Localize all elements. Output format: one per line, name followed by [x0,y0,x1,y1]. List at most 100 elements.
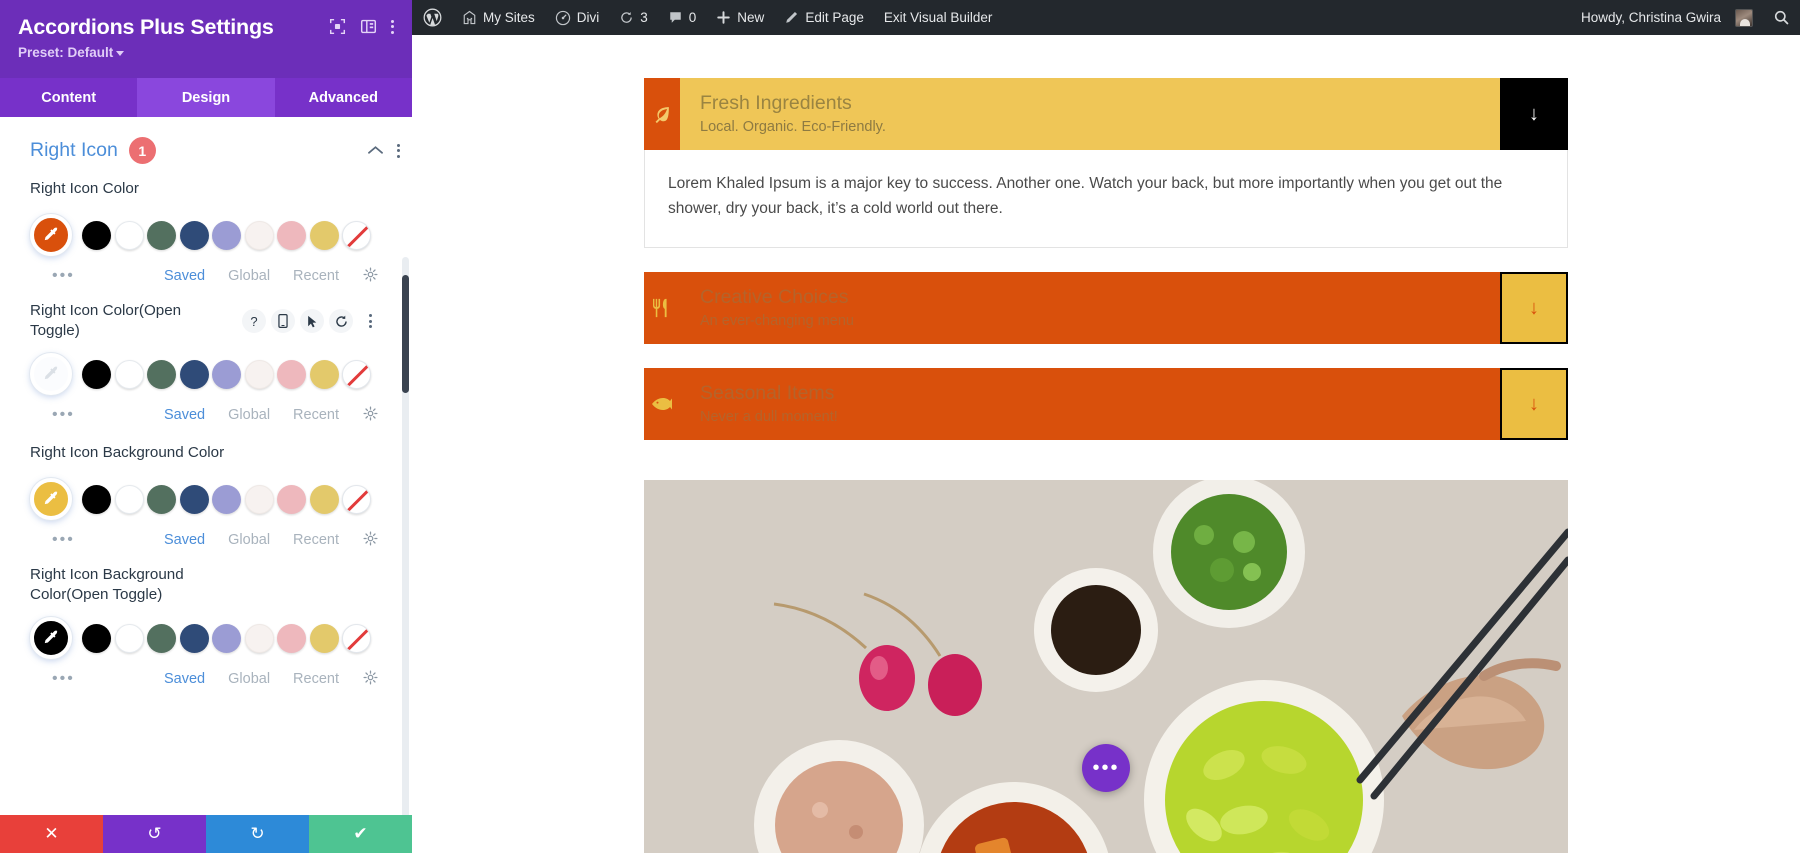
accordion-toggle-button[interactable]: ↓ [1500,78,1568,150]
swatch-white[interactable] [114,220,144,250]
swatch-no-color[interactable] [342,359,371,389]
ab-item-comments[interactable]: 0 [658,0,707,35]
tab-recent-colors[interactable]: Recent [293,671,339,687]
hover-cursor-icon[interactable] [300,309,324,333]
tab-global-colors[interactable]: Global [228,671,270,687]
preset-selector[interactable]: Preset: Default [18,45,125,60]
kebab-menu-icon[interactable] [391,19,394,34]
swatch-no-color[interactable] [342,623,371,653]
ab-item-howdy[interactable]: Howdy, Christina Gwira [1571,0,1763,35]
swatch-off-white[interactable] [244,220,274,250]
tab-advanced[interactable]: Advanced [274,78,412,117]
ab-item-search[interactable] [1763,0,1800,35]
swatch-navy-blue[interactable] [179,484,209,514]
gear-icon[interactable] [363,670,378,688]
swatch-periwinkle[interactable] [212,623,241,653]
swatch-white[interactable] [114,484,144,514]
swatch-sand-gold[interactable] [309,220,339,250]
ab-item-updates[interactable]: 3 [609,0,658,35]
accordion-header[interactable]: Fresh Ingredients Local. Organic. Eco-Fr… [644,78,1568,150]
swatch-white[interactable] [114,359,144,389]
swatch-sage-green[interactable] [147,359,176,389]
gear-icon[interactable] [363,267,378,285]
accordion-body-text: Lorem Khaled Ipsum is a major key to suc… [668,175,1503,217]
tab-saved-colors[interactable]: Saved [164,671,205,687]
tab-recent-colors[interactable]: Recent [293,268,339,284]
accordion-toggle-button[interactable]: ↓ [1500,368,1568,440]
swatch-sand-gold[interactable] [309,623,339,653]
swatch-sand-gold[interactable] [309,484,339,514]
swatch-navy-blue[interactable] [179,623,209,653]
swatch-navy-blue[interactable] [179,220,209,250]
selected-color-eyedropper[interactable] [30,214,72,256]
tab-global-colors[interactable]: Global [228,268,270,284]
swatch-off-white[interactable] [244,484,274,514]
gear-icon[interactable] [363,531,378,549]
panel-scrollbar[interactable] [402,257,409,815]
swatch-no-color[interactable] [342,484,371,514]
help-icon[interactable]: ? [242,309,266,333]
accordion-toggle-button[interactable]: ↓ [1500,272,1568,344]
tab-saved-colors[interactable]: Saved [164,407,205,423]
tab-content[interactable]: Content [0,78,138,117]
kebab-menu-icon[interactable] [397,143,400,158]
swatch-periwinkle[interactable] [212,484,241,514]
swatch-black[interactable] [82,220,111,250]
tab-recent-colors[interactable]: Recent [293,532,339,548]
swatch-off-white[interactable] [244,359,274,389]
swatch-blush-pink[interactable] [277,484,306,514]
more-colors-icon[interactable]: ••• [52,670,75,688]
selected-color-eyedropper[interactable] [30,478,72,520]
swatch-no-color[interactable] [342,220,371,250]
selected-color-eyedropper[interactable] [30,353,72,395]
swatch-black[interactable] [82,359,111,389]
focus-target-icon[interactable] [329,18,346,35]
ab-item-exit-visual-builder[interactable]: Exit Visual Builder [874,0,1003,35]
scrollbar-thumb[interactable] [402,275,409,393]
ab-item-my-sites[interactable]: My Sites [452,0,545,35]
selected-color-eyedropper[interactable] [30,617,72,659]
accordion-header[interactable]: Creative Choices An ever-changing menu ↓ [644,272,1568,344]
tab-saved-colors[interactable]: Saved [164,268,205,284]
more-colors-icon[interactable]: ••• [52,267,75,285]
swatch-blush-pink[interactable] [277,359,306,389]
chevron-up-icon[interactable] [368,142,383,159]
swatch-black[interactable] [82,484,111,514]
gear-icon[interactable] [363,406,378,424]
redo-button[interactable]: ↻ [206,815,309,853]
layout-columns-icon[interactable] [360,18,377,35]
swatch-blush-pink[interactable] [277,623,306,653]
swatch-periwinkle[interactable] [212,220,241,250]
swatch-periwinkle[interactable] [212,359,241,389]
save-button[interactable]: ✔ [309,815,412,853]
swatch-sage-green[interactable] [147,623,176,653]
wordpress-logo-icon[interactable] [412,0,452,35]
swatch-sage-green[interactable] [147,220,176,250]
discard-button[interactable]: ✕ [0,815,103,853]
builder-menu-fab[interactable]: ••• [1082,744,1130,792]
tab-global-colors[interactable]: Global [228,532,270,548]
ab-item-edit-page[interactable]: Edit Page [774,0,874,35]
swatch-white[interactable] [114,623,144,653]
accordion-subtitle: Local. Organic. Eco-Friendly. [700,118,886,135]
more-colors-icon[interactable]: ••• [52,406,75,424]
tab-recent-colors[interactable]: Recent [293,407,339,423]
swatch-navy-blue[interactable] [179,359,209,389]
undo-button[interactable]: ↺ [103,815,206,853]
ab-item-new[interactable]: New [706,0,774,35]
tab-global-colors[interactable]: Global [228,407,270,423]
responsive-mobile-icon[interactable] [271,309,295,333]
section-right-icon-header[interactable]: Right Icon 1 [0,117,412,174]
swatch-off-white[interactable] [244,623,274,653]
swatch-black[interactable] [82,623,111,653]
more-colors-icon[interactable]: ••• [52,531,75,549]
tab-saved-colors[interactable]: Saved [164,532,205,548]
accordion-header[interactable]: Seasonal Items Never a dull moment! ↓ [644,368,1568,440]
swatch-blush-pink[interactable] [277,220,306,250]
swatch-sand-gold[interactable] [309,359,339,389]
reset-icon[interactable] [329,309,353,333]
swatch-sage-green[interactable] [147,484,176,514]
ab-item-divi[interactable]: Divi [545,0,610,35]
tab-design[interactable]: Design [137,78,275,117]
kebab-menu-icon[interactable] [358,309,382,333]
